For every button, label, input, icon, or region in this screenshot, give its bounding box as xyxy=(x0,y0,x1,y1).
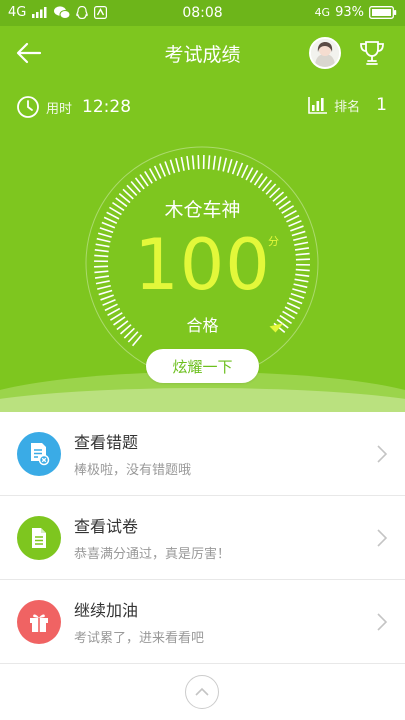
network-type-right: 4G xyxy=(314,6,331,19)
gauge-tick xyxy=(227,158,233,173)
list-item-title: 查看试卷 xyxy=(74,517,139,536)
result-label: 合格 xyxy=(186,316,219,335)
list-item-title: 继续加油 xyxy=(74,601,139,620)
list-item-subtitle: 恭喜满分通过，真是厉害！ xyxy=(74,547,231,562)
wrong-answers-icon xyxy=(17,431,61,476)
score-value: 100 xyxy=(134,224,271,306)
bar-chart-icon xyxy=(308,97,328,114)
list-item-title: 查看错题 xyxy=(74,433,139,452)
scroll-up-button[interactable] xyxy=(185,675,219,709)
player-name: 木仓车神 xyxy=(164,199,241,221)
gauge-tick xyxy=(175,158,181,172)
list-item-subtitle: 棒极啦，没有错题哦 xyxy=(74,463,192,478)
avatar[interactable] xyxy=(309,37,341,69)
score-unit: 分 xyxy=(268,235,279,248)
battery-percent: 93% xyxy=(335,5,364,20)
list-item-view-paper[interactable]: 查看试卷 恭喜满分通过，真是厉害！ xyxy=(0,496,405,580)
list-item-keep-going[interactable]: 继续加油 考试累了，进来看看吧 xyxy=(0,580,405,664)
rank: 排名 1 xyxy=(308,95,387,115)
document-icon xyxy=(17,515,61,560)
trophy-button[interactable] xyxy=(355,36,389,70)
list-item-text: 查看错题 棒极啦，没有错题哦 xyxy=(74,429,191,478)
time-label: 用时 xyxy=(46,101,73,117)
gauge-tick xyxy=(241,164,249,179)
gauge-tick xyxy=(159,163,167,177)
gauge-tick xyxy=(212,155,216,170)
gauge-tick xyxy=(153,165,162,179)
gauge-tick xyxy=(207,155,211,170)
gauge-tick xyxy=(164,161,171,175)
trophy-icon xyxy=(360,41,384,65)
battery-icon xyxy=(369,6,397,19)
chevron-up-icon xyxy=(195,687,209,696)
time-used: 用时 12:28 xyxy=(16,95,131,119)
share-button[interactable]: 炫耀一下 xyxy=(146,349,259,383)
gauge-tick xyxy=(231,160,238,175)
gauge-tick xyxy=(148,168,158,182)
list-item-wrong-answers[interactable]: 查看错题 棒极啦，没有错题哦 xyxy=(0,412,405,496)
gauge-tick xyxy=(249,170,259,183)
gauge-tick xyxy=(222,157,228,172)
gauge-tick xyxy=(236,162,244,177)
gauge-tick xyxy=(180,156,185,171)
gauge-tick xyxy=(245,167,254,181)
user-avatar-icon xyxy=(311,39,339,67)
list-item-text: 继续加油 考试累了，进来看看吧 xyxy=(74,597,204,646)
gauge-tick xyxy=(217,156,222,171)
clock-icon xyxy=(17,96,39,118)
gauge-tick xyxy=(169,159,176,174)
chevron-right-icon xyxy=(377,613,388,631)
status-right: 4G 93% xyxy=(315,5,397,20)
time-value: 12:28 xyxy=(82,97,132,117)
chevron-right-icon xyxy=(377,445,388,463)
gauge-tick xyxy=(186,155,190,171)
chevron-right-icon xyxy=(377,529,388,547)
action-list: 查看错题 棒极啦，没有错题哦 查看试卷 恭喜满分通过，真是厉害！ 继续加油 考试… xyxy=(0,412,405,664)
list-item-text: 查看试卷 恭喜满分通过，真是厉害！ xyxy=(74,513,230,562)
gauge-tick xyxy=(191,155,195,170)
rank-value: 1 xyxy=(376,95,387,115)
gift-icon xyxy=(17,599,61,644)
status-bar: 4G 08:08 4G 93% xyxy=(0,0,405,26)
list-item-subtitle: 考试累了，进来看看吧 xyxy=(74,631,205,646)
rank-label: 排名 xyxy=(334,99,361,115)
page-title: 考试成绩 xyxy=(164,44,241,66)
